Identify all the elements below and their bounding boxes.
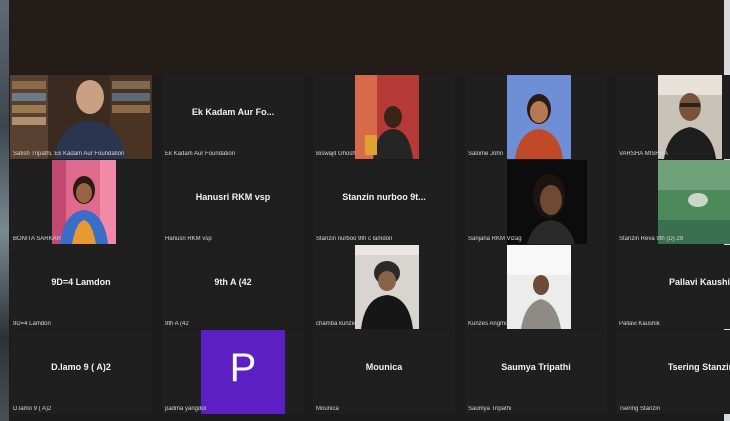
participant-video [658, 75, 722, 159]
participant-tile[interactable]: Hanusri RKM vsp Hanusri RKM vsp [162, 160, 304, 244]
participant-video [507, 245, 571, 329]
participant-tile[interactable]: Kunzes Angmo [465, 245, 607, 329]
participant-name: Kunzes Angmo [468, 321, 509, 327]
participant-video [658, 160, 730, 244]
participant-tile[interactable]: Sanjana RKM Vizag [465, 160, 607, 244]
participant-video [507, 75, 571, 159]
participant-name: Hanusri RKM vsp [165, 236, 212, 242]
participant-name: Stanzin nurboo 9th c lamdon [316, 236, 393, 242]
participant-name: Salome John [468, 151, 504, 157]
participant-tile[interactable]: VARSHA MISHRA [616, 75, 730, 159]
participant-tile[interactable]: P padma yangdol [162, 330, 304, 414]
left-edge-strip [0, 0, 9, 421]
participant-display-name: Hanusri RKM vsp [195, 192, 271, 202]
participant-tile[interactable]: D.lamo 9 ( A)2 D.lamo 9 ( A)2 [10, 330, 152, 414]
participant-display-name: Saumya Tripathi [501, 362, 571, 372]
participant-name: BONITA SARKAR [13, 236, 61, 242]
participant-name: Pallavi Kaushik [619, 321, 660, 327]
participant-grid: Satish Tripathi, Ek Kadam Aur Foundation… [9, 74, 730, 421]
participant-tile[interactable]: 9th A (42 9th A (42 [162, 245, 304, 329]
participant-avatar: P [201, 330, 285, 414]
participant-display-name: Pallavi Kaushik [668, 277, 730, 287]
participant-name: VARSHA MISHRA [619, 151, 668, 157]
participant-video [355, 75, 419, 159]
participant-tile[interactable]: Mounica Mounica [313, 330, 455, 414]
participant-name: 9th A (42 [165, 321, 189, 327]
participant-name: D.lamo 9 ( A)2 [13, 406, 52, 412]
participant-name: Satish Tripathi, Ek Kadam Aur Foundation [13, 151, 125, 157]
participant-tile[interactable]: Pallavi Kaushik Pallavi Kaushik [616, 245, 730, 329]
meeting-top-area [9, 0, 724, 74]
participant-name: chamba kunzes [316, 321, 359, 327]
participant-name: Biswajit Ghosh [316, 151, 356, 157]
participant-video [507, 160, 587, 244]
participant-video [52, 160, 116, 244]
participant-display-name: Stanzin nurboo 9t... [342, 192, 426, 202]
participant-tile[interactable]: BONITA SARKAR [10, 160, 152, 244]
participant-name: Saumya Tripathi [468, 406, 512, 412]
participant-display-name: Tsering Stanzin [667, 362, 730, 372]
participant-name: padma yangdol [165, 406, 207, 412]
participant-tile[interactable]: Stanzin Reva 9th (D) 29 [616, 160, 730, 244]
participant-display-name: 9D=4 Lamdon [51, 277, 111, 287]
participant-name: Sanjana RKM Vizag [468, 236, 522, 242]
participant-name: 9D=4 Lamdon [13, 321, 51, 327]
participant-display-name: Ek Kadam Aur Fo... [191, 107, 275, 117]
participant-display-name: D.lamo 9 ( A)2 [51, 362, 111, 372]
participant-tile[interactable]: 9D=4 Lamdon 9D=4 Lamdon [10, 245, 152, 329]
participant-video [10, 75, 152, 159]
participant-display-name: Mounica [365, 362, 403, 372]
participant-name: Tsering Stanzin [619, 406, 661, 412]
participant-tile[interactable]: Stanzin nurboo 9t... Stanzin nurboo 9th … [313, 160, 455, 244]
participant-tile[interactable]: Tsering Stanzin Tsering Stanzin [616, 330, 730, 414]
participant-tile[interactable]: chamba kunzes [313, 245, 455, 329]
avatar-letter: P [229, 346, 257, 390]
participant-name: Mounica [316, 406, 339, 412]
participant-tile[interactable]: Saumya Tripathi Saumya Tripathi [465, 330, 607, 414]
participant-tile[interactable]: Satish Tripathi, Ek Kadam Aur Foundation [10, 75, 152, 159]
participant-name: Ek Kadam Aur Foundation [165, 151, 236, 157]
participant-name: Stanzin Reva 9th (D) 29 [619, 236, 684, 242]
participant-tile[interactable]: Ek Kadam Aur Fo... Ek Kadam Aur Foundati… [162, 75, 304, 159]
participant-tile[interactable]: Biswajit Ghosh [313, 75, 455, 159]
participant-tile[interactable]: Salome John [465, 75, 607, 159]
participant-display-name: 9th A (42 [214, 277, 252, 287]
participant-video [355, 245, 419, 329]
